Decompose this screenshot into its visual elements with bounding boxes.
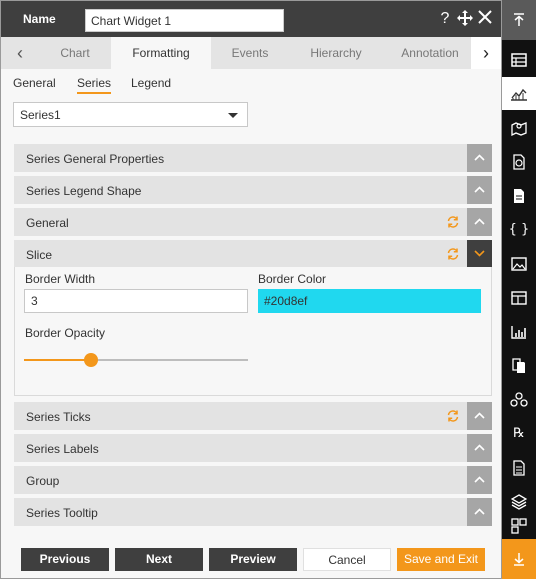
section-series-tooltip[interactable]: Series Tooltip (14, 498, 492, 526)
widget-name-input[interactable] (85, 9, 284, 32)
file-list-icon[interactable] (502, 451, 536, 484)
properties-panel: Name ? ‹ Chart Formatting Events Hierarc… (0, 0, 502, 579)
table-icon[interactable] (502, 43, 536, 76)
border-color-picker[interactable]: #20d8ef (258, 289, 481, 313)
tab-events[interactable]: Events (213, 37, 287, 69)
tab-annotation[interactable]: Annotation (391, 37, 469, 69)
reset-icon[interactable] (446, 247, 460, 261)
tab-scroll-left-icon[interactable]: ‹ (5, 37, 35, 69)
right-toolbar: { } ℞ (502, 0, 536, 579)
expand-toggle[interactable] (467, 144, 492, 172)
border-width-input[interactable]: 3 (24, 289, 248, 313)
expand-down-icon[interactable] (502, 539, 536, 579)
section-label: Series Tooltip (26, 506, 98, 520)
section-series-labels[interactable]: Series Labels (14, 434, 492, 462)
map-icon[interactable] (502, 111, 536, 144)
section-group[interactable]: Group (14, 466, 492, 494)
reset-icon[interactable] (446, 409, 460, 423)
name-label: Name (23, 12, 56, 26)
section-label: Series Legend Shape (26, 184, 142, 198)
tab-scroll-right-icon[interactable]: › (471, 37, 501, 69)
section-slice[interactable]: Slice (14, 240, 492, 268)
section-series-legend-shape[interactable]: Series Legend Shape (14, 176, 492, 204)
components-icon[interactable] (502, 512, 536, 539)
expand-toggle[interactable] (467, 208, 492, 236)
next-button[interactable]: Next (115, 548, 203, 571)
collapse-toggle[interactable] (467, 240, 492, 268)
section-series-ticks[interactable]: Series Ticks (14, 402, 492, 430)
pages-icon[interactable] (502, 349, 536, 382)
move-icon[interactable] (457, 10, 473, 28)
slider-handle[interactable] (84, 353, 98, 367)
section-label: Series General Properties (26, 152, 165, 166)
subtab-series[interactable]: Series (77, 76, 112, 94)
tab-formatting[interactable]: Formatting (111, 37, 211, 69)
close-icon[interactable] (477, 10, 493, 28)
expand-toggle[interactable] (467, 176, 492, 204)
section-series-general-properties[interactable]: Series General Properties (14, 144, 492, 172)
tab-hierarchy[interactable]: Hierarchy (291, 37, 381, 69)
hierarchy-icon[interactable] (502, 383, 536, 416)
series-select-value: Series1 (20, 108, 61, 122)
document-icon[interactable] (502, 179, 536, 212)
border-opacity-slider[interactable] (24, 353, 248, 367)
chevron-up-icon (474, 476, 485, 483)
slider-fill (24, 359, 91, 361)
border-opacity-label: Border Opacity (25, 326, 106, 340)
preview-button[interactable]: Preview (209, 548, 297, 571)
section-label: Slice (26, 248, 53, 262)
section-label: Series Ticks (26, 410, 91, 424)
chart-icon[interactable] (502, 77, 536, 110)
chevron-down-icon (474, 250, 485, 257)
section-label: Group (26, 474, 60, 488)
expand-toggle[interactable] (467, 434, 492, 462)
save-and-exit-button[interactable]: Save and Exit (397, 548, 485, 571)
grid-form-icon[interactable] (502, 281, 536, 314)
section-label: General (26, 216, 69, 230)
tab-chart[interactable]: Chart (41, 37, 109, 69)
code-braces-icon[interactable]: { } (502, 213, 536, 246)
chevron-up-icon (474, 186, 485, 193)
image-icon[interactable] (502, 247, 536, 280)
section-general[interactable]: General (14, 208, 492, 236)
panel-header: Name ? (1, 1, 501, 37)
chevron-up-icon (474, 218, 485, 225)
chevron-up-icon (474, 444, 485, 451)
chevron-up-icon (474, 154, 485, 161)
expand-toggle[interactable] (467, 466, 492, 494)
border-color-label: Border Color (258, 272, 327, 286)
border-width-label: Border Width (25, 272, 96, 286)
help-icon[interactable]: ? (437, 10, 453, 28)
subtab-legend[interactable]: Legend (131, 76, 171, 90)
reset-icon[interactable] (446, 215, 460, 229)
collapse-up-icon[interactable] (502, 0, 536, 40)
chevron-up-icon (474, 508, 485, 515)
subtab-general[interactable]: General (13, 76, 56, 90)
expand-toggle[interactable] (467, 402, 492, 430)
chevron-down-icon (228, 113, 238, 118)
previous-button[interactable]: Previous (21, 548, 109, 571)
rx-icon[interactable]: ℞ (502, 417, 536, 450)
tab-bar: ‹ Chart Formatting Events Hierarchy Anno… (1, 37, 501, 69)
chevron-up-icon (474, 412, 485, 419)
bar-chart-icon[interactable] (502, 315, 536, 348)
report-icon[interactable] (502, 145, 536, 178)
cancel-button[interactable]: Cancel (303, 548, 391, 571)
section-label: Series Labels (26, 442, 99, 456)
series-select[interactable]: Series1 (13, 102, 248, 127)
expand-toggle[interactable] (467, 498, 492, 526)
